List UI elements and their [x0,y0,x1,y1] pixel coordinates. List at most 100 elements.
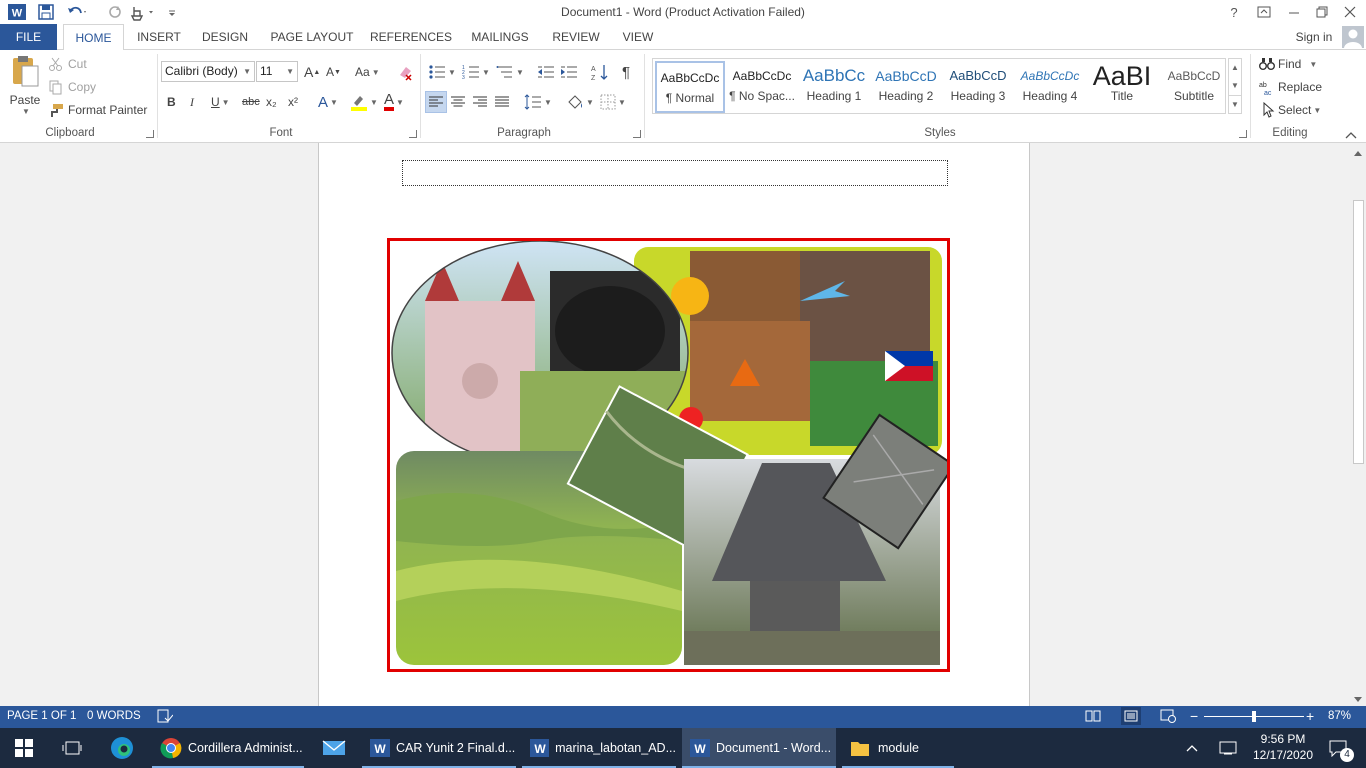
close-button[interactable] [1336,2,1364,22]
read-mode-icon[interactable] [1085,709,1101,726]
zoom-slider-thumb[interactable] [1252,711,1256,722]
tab-insert[interactable]: INSERT [130,24,188,50]
copy-button[interactable]: Copy [48,77,96,97]
select-button[interactable]: Select ▼ [1261,100,1321,120]
style-heading-3[interactable]: AaBbCcD Heading 3 [943,61,1013,113]
style-heading-4[interactable]: AaBbCcDc Heading 4 [1015,61,1085,113]
scroll-down-icon[interactable] [1353,693,1363,707]
numbering-button[interactable]: 1 2 3 ▼ [462,62,490,82]
subscript-button[interactable]: x₂ [266,92,277,112]
network-icon[interactable] [1214,728,1242,768]
style-heading-2[interactable]: AaBbCcD Heading 2 [871,61,941,113]
system-clock[interactable]: 9:56 PM 12/17/2020 [1252,731,1314,763]
style-normal[interactable]: AaBbCcDc ¶ Normal [655,61,725,113]
taskbar-app-word-car[interactable]: W CAR Yunit 2 Final.d... [362,728,516,768]
change-case-button[interactable]: Aa ▼ [355,62,380,82]
font-size-select[interactable]: 11 ▼ [256,61,298,82]
italic-button[interactable]: I [190,92,194,112]
minimize-button[interactable] [1280,2,1308,22]
font-color-button[interactable]: A ▼ [384,92,404,112]
tourism-collage-picture[interactable] [387,238,950,672]
strikethrough-button[interactable]: abc [242,92,260,112]
decrease-indent-icon[interactable] [537,62,555,82]
sign-in-link[interactable]: Sign in [1292,24,1336,50]
align-center-icon[interactable] [451,92,465,112]
print-layout-icon[interactable] [1121,707,1141,725]
edge-app[interactable] [98,728,146,768]
gallery-down-icon[interactable]: ▼ [1229,77,1241,95]
line-spacing-button[interactable]: ▼ [524,92,552,112]
tab-review[interactable]: REVIEW [546,24,606,50]
find-button[interactable]: Find ▼ [1259,54,1317,74]
ribbon-display-options-button[interactable] [1250,2,1278,22]
font-family-select[interactable]: Calibri (Body) ▼ [161,61,255,82]
sort-icon[interactable]: AZ [591,62,609,82]
start-button[interactable] [0,728,48,768]
styles-gallery-scroll[interactable]: ▲ ▼ ▼ [1228,58,1242,114]
superscript-button[interactable]: x² [288,92,298,112]
tab-file[interactable]: FILE [0,24,57,50]
justify-icon[interactable] [495,92,509,112]
align-right-icon[interactable] [473,92,487,112]
underline-button[interactable]: U ▼ [211,92,230,112]
scroll-up-icon[interactable] [1353,146,1363,160]
show-formatting-marks-icon[interactable]: ¶ [622,62,630,82]
taskbar-app-explorer[interactable]: module [842,728,954,768]
grow-font-button[interactable]: A ▲ [304,62,320,82]
paragraph-dialog-launcher[interactable] [633,130,641,138]
zoom-out-button[interactable]: − [1190,708,1198,724]
tab-home[interactable]: HOME [63,24,124,51]
style-no-spacing[interactable]: AaBbCcDc ¶ No Spac... [727,61,797,113]
tab-mailings[interactable]: MAILINGS [464,24,536,50]
empty-text-box[interactable] [402,160,948,186]
gallery-up-icon[interactable]: ▲ [1229,59,1241,77]
highlight-button[interactable]: ▼ [350,92,378,112]
taskbar-app-word-marina[interactable]: W marina_labotan_AD... [522,728,676,768]
clear-formatting-icon[interactable] [396,62,414,82]
shrink-font-button[interactable]: A ▼ [326,62,341,82]
taskbar-app-chrome[interactable]: Cordillera Administ... [152,728,304,768]
style-heading-1[interactable]: AaBbCc Heading 1 [799,61,869,113]
tab-page-layout[interactable]: PAGE LAYOUT [264,24,360,50]
help-button[interactable]: ? [1220,2,1248,22]
show-hidden-icons-button[interactable] [1180,728,1204,768]
word-count[interactable]: 0 WORDS [87,710,141,722]
paste-button[interactable]: Paste ▼ [8,54,42,120]
text-effects-button[interactable]: A ▼ [318,92,338,112]
task-view-button[interactable] [48,728,96,768]
style-subtitle[interactable]: AaBbCcD Subtitle [1159,61,1229,113]
zoom-slider[interactable] [1204,711,1304,722]
scroll-thumb[interactable] [1353,200,1364,464]
web-layout-icon[interactable] [1160,709,1176,726]
clipboard-dialog-launcher[interactable] [146,130,154,138]
cut-button[interactable]: Cut [48,54,87,74]
bold-button[interactable]: B [167,92,176,112]
multilevel-list-button[interactable]: ▼ [496,62,524,82]
borders-button[interactable]: ▼ [600,92,626,112]
shading-button[interactable]: ▼ [566,92,594,112]
zoom-in-button[interactable]: + [1306,708,1314,724]
tab-references[interactable]: REFERENCES [368,24,454,50]
bullets-button[interactable]: ▼ [428,62,456,82]
taskbar-app-word-document1[interactable]: W Document1 - Word... [682,728,836,768]
style-title[interactable]: AaBI Title [1087,61,1157,113]
account-avatar[interactable] [1342,26,1364,48]
page-count[interactable]: PAGE 1 OF 1 [7,710,76,722]
format-painter-button[interactable]: Format Painter [48,100,147,120]
gallery-more-icon[interactable]: ▼ [1229,95,1241,113]
align-left-button[interactable] [425,91,447,113]
vertical-scrollbar[interactable] [1350,143,1366,706]
maximize-button[interactable] [1308,2,1336,22]
tab-design[interactable]: DESIGN [196,24,254,50]
mail-app[interactable] [310,728,358,768]
tab-view[interactable]: VIEW [616,24,660,50]
proofing-icon[interactable] [157,709,174,726]
font-dialog-launcher[interactable] [409,130,417,138]
action-center-button[interactable]: 4 [1318,728,1358,768]
increase-indent-icon[interactable] [560,62,578,82]
replace-button[interactable]: ab ac Replace [1259,77,1322,97]
collapse-ribbon-icon[interactable] [1345,128,1357,142]
zoom-level[interactable]: 87% [1328,710,1351,722]
document-page[interactable] [318,143,1030,706]
document-canvas[interactable] [0,143,1350,706]
